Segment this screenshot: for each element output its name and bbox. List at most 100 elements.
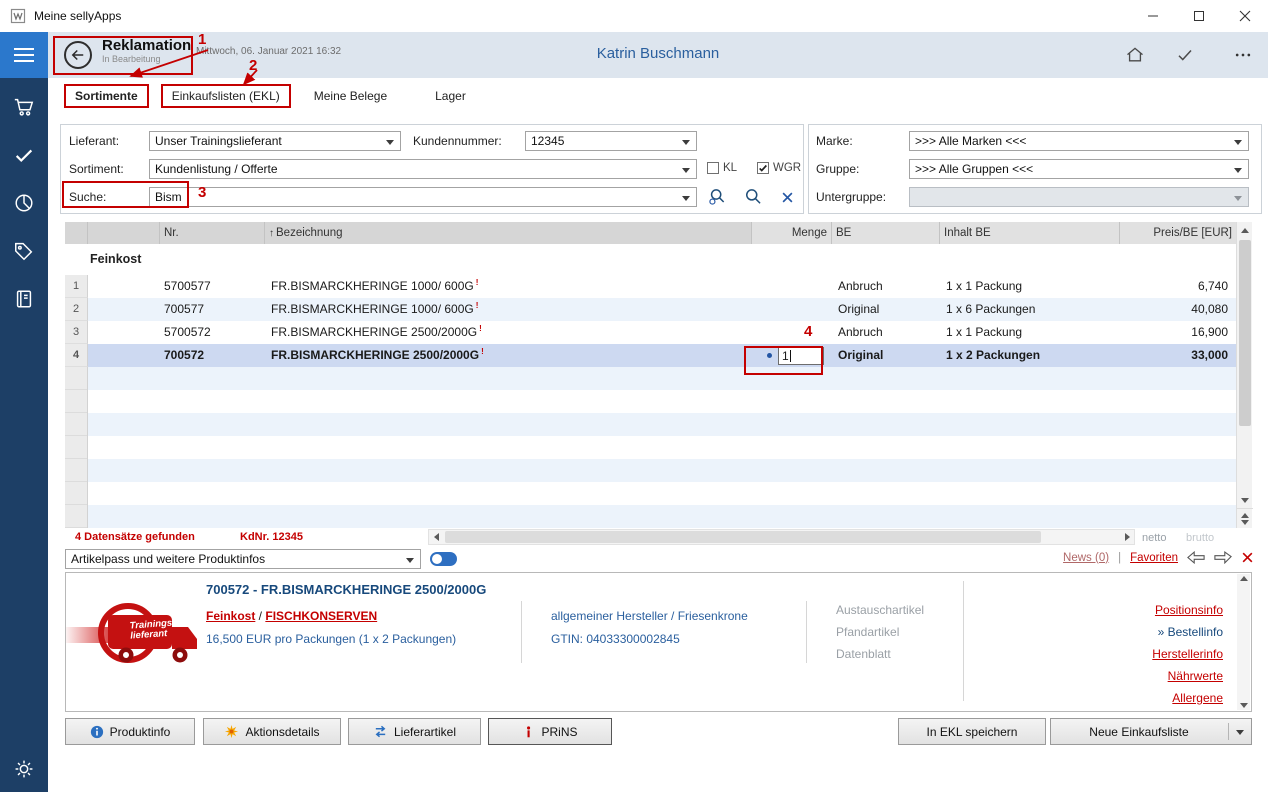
chevron-down-icon [682, 168, 690, 173]
lieferant-select[interactable]: Unser Trainingslieferant [149, 131, 401, 151]
vertical-scrollbar[interactable] [1236, 222, 1252, 528]
gruppe-select[interactable]: >>> Alle Gruppen <<< [909, 159, 1249, 179]
subcategory-link[interactable]: FISCHKONSERVEN [265, 609, 377, 623]
app-header: Reklamation In Bearbeitung Mittwoch, 06.… [48, 32, 1268, 78]
wgr-checkbox[interactable]: WGR [757, 162, 801, 174]
minimize-button[interactable] [1130, 0, 1176, 32]
chevron-down-icon [1236, 730, 1244, 735]
header-bezeichnung[interactable]: ↑Bezeichnung [265, 222, 752, 244]
title-bar: Meine sellyApps [0, 0, 1268, 32]
scroll-left-icon[interactable] [429, 530, 443, 544]
maximize-button[interactable] [1176, 0, 1222, 32]
checkbox-checked [757, 162, 769, 174]
tab-meine-belege[interactable]: Meine Belege [303, 84, 398, 108]
cart-icon[interactable] [13, 96, 35, 118]
info-flag-icon: ! [476, 278, 479, 287]
produktinfo-button[interactable]: Produktinfo [65, 718, 195, 745]
catalog-icon[interactable] [13, 288, 35, 310]
tab-lager[interactable]: Lager [424, 84, 477, 108]
table-row[interactable]: 1 5700577 FR.BISMARCKHERINGE 1000/ 600G!… [65, 275, 1236, 298]
scroll-up-icon[interactable] [1240, 576, 1248, 581]
produktinfo-selector[interactable]: Artikelpass und weitere Produktinfos [65, 549, 421, 569]
allergene-link[interactable]: Allergene [1152, 687, 1223, 709]
chevron-down-icon [1234, 140, 1242, 145]
brutto-toggle[interactable]: brutto [1186, 532, 1214, 544]
header-inhalt-be[interactable]: Inhalt BE [940, 222, 1120, 244]
search-icon[interactable] [739, 185, 767, 209]
starburst-icon [224, 724, 239, 739]
kl-checkbox[interactable]: KL [707, 162, 737, 174]
scrollbar-thumb[interactable] [445, 531, 1041, 543]
divider [1228, 723, 1229, 740]
clear-search-icon[interactable] [773, 185, 801, 209]
table-header-row: Nr. ↑Bezeichnung Menge BE Inhalt BE Prei… [65, 222, 1236, 244]
marke-select[interactable]: >>> Alle Marken <<< [909, 131, 1249, 151]
home-icon[interactable] [1124, 44, 1146, 66]
marke-label: Marke: [816, 131, 853, 151]
chevron-down-icon [682, 196, 690, 201]
category-line: Feinkost / FISCHKONSERVEN [206, 609, 377, 623]
article-table: Nr. ↑Bezeichnung Menge BE Inhalt BE Prei… [65, 222, 1236, 528]
scroll-right-icon[interactable] [1120, 530, 1134, 544]
scroll-down-icon[interactable] [1237, 492, 1253, 508]
tab-einkaufslisten[interactable]: Einkaufslisten (EKL) [161, 84, 291, 108]
positionsinfo-link[interactable]: Positionsinfo [1152, 599, 1223, 621]
price-line: 16,500 EUR pro Packungen (1 x 2 Packunge… [206, 632, 456, 646]
table-row-selected[interactable]: 4 700572 FR.BISMARCKHERINGE 2500/2000G! … [65, 344, 1236, 367]
window-title: Meine sellyApps [34, 9, 121, 23]
naehrwerte-link[interactable]: Nährwerte [1152, 665, 1223, 687]
header-nr[interactable]: Nr. [160, 222, 265, 244]
scroll-split-icon[interactable] [1237, 508, 1253, 528]
panel-scrollbar[interactable] [1237, 574, 1250, 710]
text-caret [790, 350, 791, 362]
tab-bar: Sortimente Einkaufslisten (EKL) Meine Be… [48, 78, 1268, 114]
news-link[interactable]: News (0) [1063, 552, 1109, 564]
header-rownum [65, 222, 88, 244]
info-icon [90, 725, 104, 739]
lieferartikel-button[interactable]: Lieferartikel [348, 718, 481, 745]
confirm-check-icon[interactable] [1174, 44, 1196, 66]
category-link[interactable]: Feinkost [206, 609, 255, 623]
sort-asc-icon: ↑ [269, 228, 274, 239]
close-button[interactable] [1222, 0, 1268, 32]
tab-sortimente[interactable]: Sortimente [64, 84, 149, 108]
scrollbar-thumb[interactable] [1239, 240, 1251, 426]
prev-arrow-icon[interactable] [1187, 551, 1205, 564]
scroll-down-icon[interactable] [1240, 703, 1248, 708]
sidebar [0, 32, 48, 792]
herstellerinfo-link[interactable]: Herstellerinfo [1152, 643, 1223, 665]
next-arrow-icon[interactable] [1214, 551, 1232, 564]
lieferant-label: Lieferant: [69, 131, 119, 151]
close-panel-icon[interactable] [1241, 551, 1254, 564]
horizontal-scrollbar[interactable] [428, 529, 1135, 545]
kundennummer-select[interactable]: 12345 [525, 131, 697, 151]
favoriten-link[interactable]: Favoriten [1130, 552, 1178, 564]
header-preis[interactable]: Preis/BE [EUR] [1120, 222, 1236, 244]
in-ekl-speichern-button[interactable]: In EKL speichern [898, 718, 1046, 745]
neue-einkaufsliste-button[interactable]: Neue Einkaufsliste [1050, 718, 1252, 745]
settings-gear-icon[interactable] [13, 758, 35, 780]
header-be[interactable]: BE [832, 222, 940, 244]
prins-button[interactable]: PRiNS [488, 718, 612, 745]
header-menge[interactable]: Menge [752, 222, 832, 244]
sortiment-select[interactable]: Kundenlistung / Offerte [149, 159, 697, 179]
bestellinfo-link[interactable]: » Bestellinfo [1152, 621, 1223, 643]
table-row[interactable]: 3 5700572 FR.BISMARCKHERINGE 2500/2000G!… [65, 321, 1236, 344]
suche-input[interactable]: Bism [149, 187, 697, 207]
detail-links: Positionsinfo » Bestellinfo Herstellerin… [1152, 599, 1223, 709]
menge-input[interactable]: 1 [778, 347, 824, 365]
aktionsdetails-button[interactable]: Aktionsdetails [203, 718, 341, 745]
chevron-down-icon [682, 140, 690, 145]
check-tasks-icon[interactable] [13, 144, 35, 166]
scroll-up-icon[interactable] [1237, 222, 1253, 238]
menu-hamburger-icon[interactable] [0, 32, 48, 78]
price-tag-icon[interactable] [13, 240, 35, 262]
info-toggle-switch[interactable] [430, 552, 457, 566]
table-row[interactable]: 2 700577 FR.BISMARCKHERINGE 1000/ 600G! … [65, 298, 1236, 321]
pie-chart-icon[interactable] [13, 192, 35, 214]
search-favorites-icon[interactable] [703, 185, 731, 209]
annotation-number-1: 1 [198, 31, 206, 48]
more-ellipsis-icon[interactable] [1232, 44, 1254, 66]
annotation-number-4: 4 [804, 323, 812, 340]
netto-toggle[interactable]: netto [1142, 532, 1166, 544]
